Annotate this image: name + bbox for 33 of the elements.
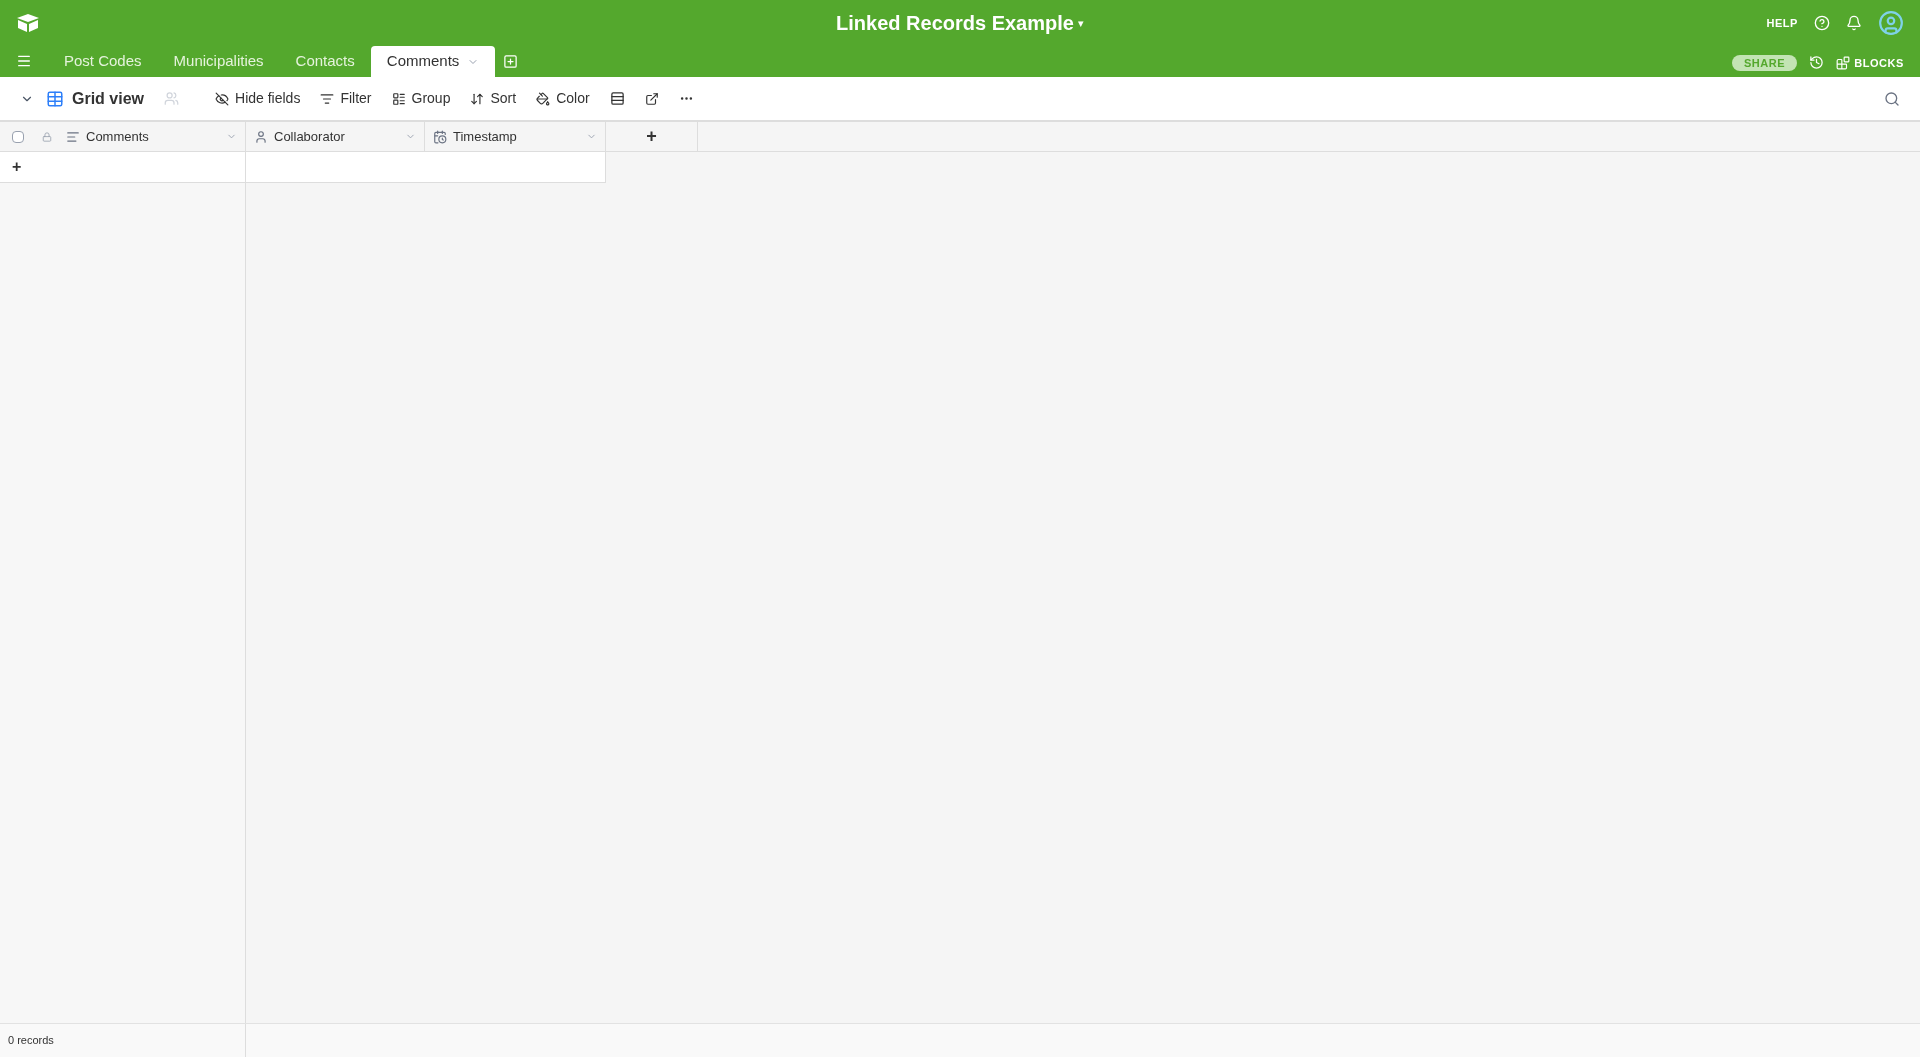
share-view-icon[interactable] xyxy=(644,91,659,106)
add-column-button[interactable]: + xyxy=(606,122,698,151)
avatar-icon[interactable] xyxy=(1878,10,1904,36)
view-name[interactable]: Grid view xyxy=(72,86,145,111)
toolbar-button[interactable]: Color xyxy=(536,88,590,109)
help-icon[interactable] xyxy=(1814,15,1830,31)
add-table-icon[interactable] xyxy=(503,54,519,69)
text-field-icon xyxy=(66,129,80,144)
search-icon[interactable] xyxy=(1884,90,1900,107)
people-icon xyxy=(164,91,180,106)
record-count: 0 records xyxy=(0,1024,246,1057)
table-tab[interactable]: Comments xyxy=(370,46,496,77)
grid-icon xyxy=(46,89,64,108)
toolbar-button[interactable]: Group xyxy=(391,88,451,109)
sort-icon xyxy=(470,91,485,106)
logo-icon[interactable] xyxy=(16,13,40,33)
menu-icon[interactable] xyxy=(16,53,32,69)
toolbar-button[interactable]: Sort xyxy=(470,88,517,109)
color-icon xyxy=(536,91,551,106)
row-height-icon[interactable] xyxy=(609,91,625,106)
group-icon xyxy=(391,91,406,106)
notification-icon[interactable] xyxy=(1846,15,1862,31)
history-icon[interactable] xyxy=(1809,55,1825,71)
toolbar-button[interactable]: Hide fields xyxy=(215,88,301,109)
filter-icon xyxy=(320,91,335,106)
lock-icon xyxy=(42,131,52,142)
date-field-icon xyxy=(433,129,447,144)
add-row-button[interactable]: + xyxy=(0,152,246,183)
blocks-icon xyxy=(1836,55,1851,70)
toolbar-button[interactable]: Filter xyxy=(320,88,372,109)
select-all-checkbox[interactable] xyxy=(12,130,24,143)
user-field-icon xyxy=(254,129,268,144)
hide-icon xyxy=(215,91,230,106)
